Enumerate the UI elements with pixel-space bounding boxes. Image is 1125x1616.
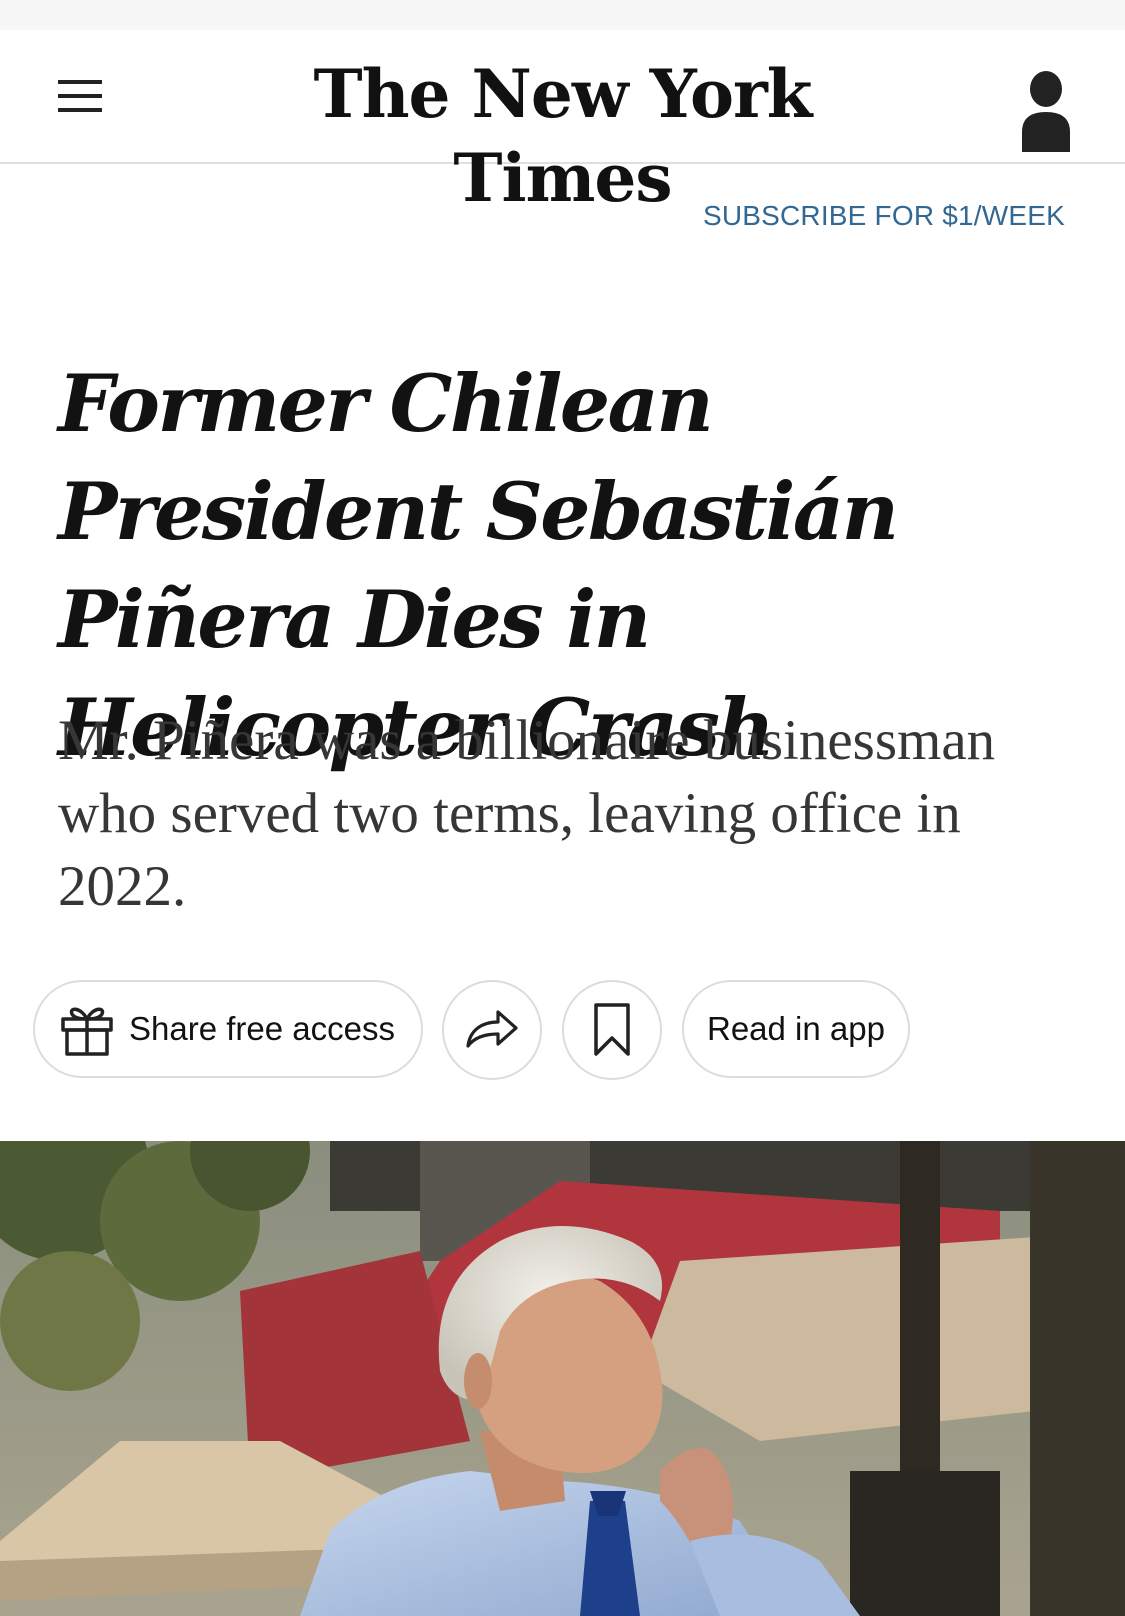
read-in-app-label: Read in app (707, 1010, 885, 1047)
subscribe-link[interactable]: SUBSCRIBE FOR $1/WEEK (703, 200, 1065, 232)
share-free-access-label: Share free access (129, 1010, 395, 1047)
masthead: The New York Times (0, 30, 1125, 217)
hamburger-menu-icon[interactable] (58, 80, 104, 114)
article-photo (0, 1141, 1125, 1616)
gift-icon (61, 1007, 113, 1056)
status-strip (0, 0, 1125, 30)
save-button[interactable] (562, 980, 662, 1080)
article-summary: Mr. Piñera was a billionaire businessman… (58, 709, 996, 918)
share-arrow-icon (466, 1010, 518, 1048)
bookmark-icon (594, 1003, 630, 1056)
share-free-access-button[interactable]: Share free access (33, 980, 423, 1078)
account-icon[interactable] (1020, 64, 1076, 154)
nyt-logo[interactable]: The New York Times (200, 52, 925, 220)
read-in-app-button[interactable]: Read in app (682, 980, 910, 1078)
share-button[interactable] (442, 980, 542, 1080)
